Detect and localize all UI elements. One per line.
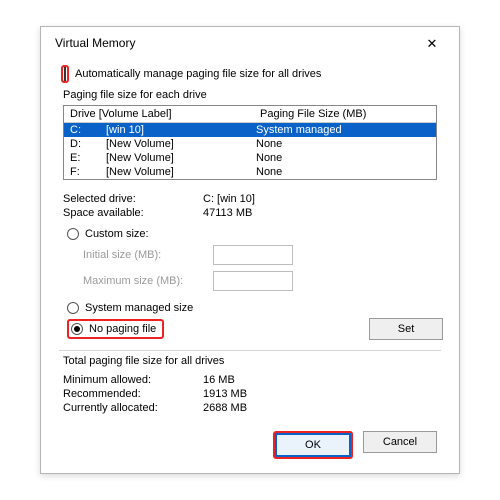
table-row[interactable]: E: [New Volume] None [64, 151, 436, 165]
system-managed-radio[interactable] [67, 302, 79, 314]
custom-size-row: Custom size: [57, 226, 443, 242]
system-managed-row: System managed size [57, 294, 443, 316]
drive-label: [New Volume] [106, 138, 256, 150]
highlight-ok-button: OK [273, 431, 353, 459]
set-button[interactable]: Set [369, 318, 443, 340]
header-drive: Drive [Volume Label] [70, 108, 220, 120]
max-size-input[interactable] [213, 271, 293, 291]
titlebar: Virtual Memory ✕ [41, 27, 459, 57]
custom-size-label: Custom size: [85, 228, 149, 240]
drive-letter: E: [70, 152, 106, 164]
drive-list[interactable]: Drive [Volume Label] Paging File Size (M… [63, 105, 437, 180]
drive-list-header: Drive [Volume Label] Paging File Size (M… [64, 106, 436, 123]
divider [59, 350, 441, 351]
currently-allocated-value: 2688 MB [203, 402, 247, 414]
recommended-label: Recommended: [63, 388, 203, 400]
header-size: Paging File Size (MB) [220, 108, 430, 120]
max-size-row: Maximum size (MB): [57, 268, 443, 294]
no-paging-label: No paging file [89, 323, 156, 335]
recommended-value: 1913 MB [203, 388, 247, 400]
selected-drive-label: Selected drive: [63, 193, 203, 205]
table-row[interactable]: F: [New Volume] None [64, 165, 436, 179]
cancel-button[interactable]: Cancel [363, 431, 437, 453]
drive-label: [New Volume] [106, 166, 256, 178]
drive-letter: D: [70, 138, 106, 150]
space-available-label: Space available: [63, 207, 203, 219]
drive-label: [win 10] [106, 124, 256, 136]
drive-size: None [256, 138, 430, 150]
drive-letter: C: [70, 124, 106, 136]
table-row[interactable]: C: [win 10] System managed [64, 123, 436, 137]
no-paging-row: No paging file Set [57, 316, 443, 346]
drive-size: None [256, 166, 430, 178]
initial-size-row: Initial size (MB): [57, 242, 443, 268]
drive-label: [New Volume] [106, 152, 256, 164]
min-allowed-label: Minimum allowed: [63, 374, 203, 386]
ok-button[interactable]: OK [276, 434, 350, 456]
drive-size: None [256, 152, 430, 164]
auto-manage-checkbox[interactable] [64, 67, 66, 81]
drive-size: System managed [256, 124, 430, 136]
min-allowed-value: 16 MB [203, 374, 235, 386]
no-paging-radio[interactable] [71, 323, 83, 335]
selected-drive-value: C: [win 10] [203, 193, 255, 205]
totals-block: Minimum allowed: 16 MB Recommended: 1913… [57, 369, 443, 421]
totals-title: Total paging file size for all drives [57, 353, 443, 369]
table-row[interactable]: D: [New Volume] None [64, 137, 436, 151]
virtual-memory-dialog: Virtual Memory ✕ Automatically manage pa… [40, 26, 460, 474]
custom-size-radio[interactable] [67, 228, 79, 240]
highlight-auto-checkbox [61, 65, 69, 83]
highlight-no-paging: No paging file [67, 319, 164, 339]
dialog-footer: OK Cancel [57, 421, 443, 459]
dialog-body: Automatically manage paging file size fo… [41, 57, 459, 473]
paging-group-title: Paging file size for each drive [57, 87, 443, 103]
currently-allocated-label: Currently allocated: [63, 402, 203, 414]
initial-size-label: Initial size (MB): [83, 249, 213, 261]
space-available-value: 47113 MB [203, 207, 252, 219]
auto-manage-label: Automatically manage paging file size fo… [75, 68, 321, 80]
auto-manage-row: Automatically manage paging file size fo… [57, 63, 443, 87]
system-managed-label: System managed size [85, 302, 193, 314]
window-title: Virtual Memory [55, 36, 135, 50]
selected-drive-block: Selected drive: C: [win 10] Space availa… [57, 188, 443, 226]
close-icon: ✕ [427, 37, 438, 50]
initial-size-input[interactable] [213, 245, 293, 265]
max-size-label: Maximum size (MB): [83, 275, 213, 287]
drive-letter: F: [70, 166, 106, 178]
close-button[interactable]: ✕ [415, 33, 449, 53]
radio-dot-icon [74, 326, 80, 332]
